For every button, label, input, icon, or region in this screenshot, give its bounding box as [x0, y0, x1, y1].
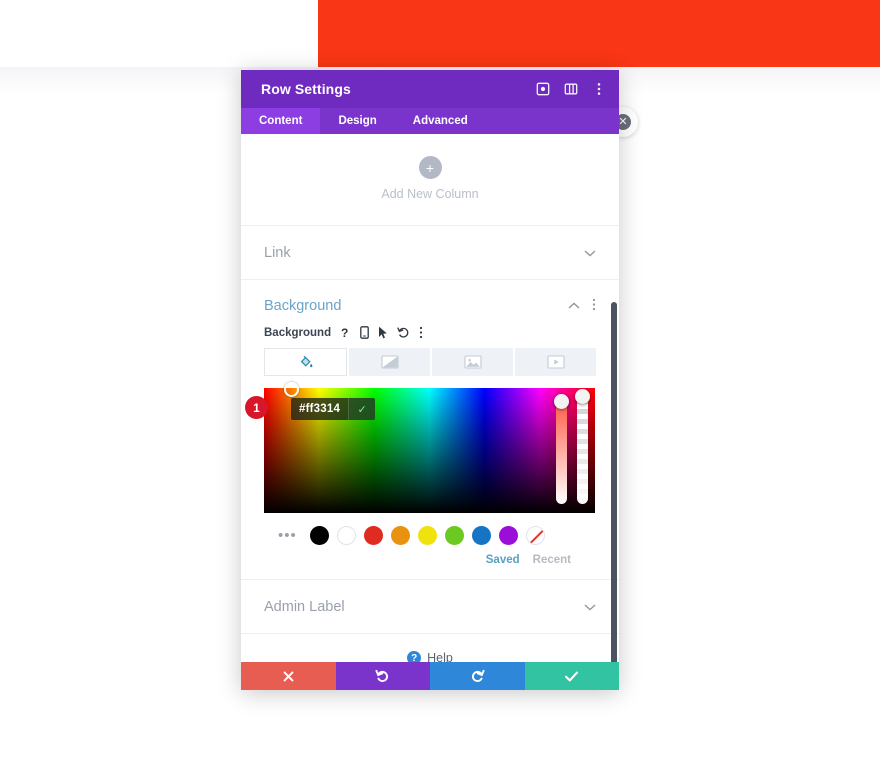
background-section: Background Background ? 1 #ff3314 ✓ ••• … — [241, 280, 619, 580]
save-button[interactable] — [524, 662, 619, 690]
modal-header-actions — [535, 81, 607, 97]
help-row[interactable]: ? Help — [241, 634, 619, 662]
background-color-tab[interactable] — [264, 348, 347, 376]
cancel-button[interactable] — [241, 662, 336, 690]
swatch-yellow[interactable] — [417, 526, 437, 545]
swatch-transparent[interactable] — [525, 526, 545, 545]
swatch-blue[interactable] — [471, 526, 491, 545]
add-new-column-label: Add New Column — [381, 187, 479, 201]
color-picker-saturation-area[interactable]: #ff3314 ✓ — [264, 382, 595, 513]
undo-button[interactable] — [335, 662, 430, 690]
tab-content[interactable]: Content — [241, 108, 321, 134]
chevron-up-icon[interactable] — [568, 299, 580, 313]
row-settings-modal: Row Settings Content Design Advanced + A… — [241, 70, 619, 690]
hex-confirm-button[interactable]: ✓ — [349, 398, 376, 420]
chevron-down-icon[interactable] — [584, 246, 596, 260]
background-section-header[interactable]: Background — [264, 298, 596, 314]
accordion-admin-label-text: Admin Label — [264, 598, 345, 615]
plus-glyph: + — [425, 159, 435, 176]
background-video-tab[interactable] — [515, 348, 596, 376]
background-image-tab[interactable] — [432, 348, 513, 376]
background-field-label: Background — [264, 326, 332, 339]
modal-header: Row Settings — [241, 70, 619, 108]
alpha-slider[interactable] — [577, 396, 588, 504]
add-column-plus-icon[interactable]: + — [418, 156, 442, 179]
chevron-down-icon[interactable] — [584, 600, 596, 614]
color-swatch-row: ••• — [264, 526, 596, 545]
swatch-purple[interactable] — [498, 526, 518, 545]
background-gradient-tab[interactable] — [349, 348, 430, 376]
page-title: Row Settings — [261, 81, 351, 97]
layout-columns-icon[interactable] — [563, 81, 579, 97]
help-label: Help — [427, 651, 453, 662]
background-type-tabs — [264, 348, 596, 376]
kebab-menu-icon[interactable] — [591, 81, 607, 97]
hue-slider-knob[interactable] — [554, 394, 569, 409]
color-picker-handle[interactable] — [284, 382, 299, 397]
accordion-admin-label[interactable]: Admin Label — [241, 580, 619, 634]
accordion-link-label: Link — [264, 244, 291, 261]
page-red-section[interactable]: + — [318, 0, 880, 67]
hover-cursor-icon[interactable] — [378, 326, 388, 339]
modal-footer — [241, 662, 619, 690]
screenshot-root: + ✕ Row Settings — [0, 0, 880, 777]
annotation-marker-1: 1 — [245, 396, 268, 419]
responsive-device-icon[interactable] — [360, 326, 369, 339]
fullscreen-icon[interactable] — [535, 81, 551, 97]
modal-scrollbar[interactable] — [611, 302, 617, 662]
swatch-orange[interactable] — [390, 526, 410, 545]
alpha-slider-knob[interactable] — [575, 389, 590, 404]
kebab-menu-icon[interactable] — [592, 298, 596, 314]
hex-input-group: #ff3314 ✓ — [291, 398, 376, 420]
accordion-link[interactable]: Link — [241, 226, 619, 280]
help-question-icon: ? — [407, 651, 422, 662]
hue-slider[interactable] — [556, 396, 567, 504]
reset-undo-icon[interactable] — [397, 326, 410, 339]
add-new-column-block[interactable]: + Add New Column — [241, 134, 619, 226]
tab-design[interactable]: Design — [320, 108, 394, 134]
hex-color-input[interactable]: #ff3314 — [291, 398, 350, 420]
help-question-icon[interactable]: ? — [340, 326, 351, 339]
background-section-title: Background — [264, 298, 342, 314]
redo-button[interactable] — [430, 662, 525, 690]
swatch-green[interactable] — [444, 526, 464, 545]
color-picker-wrapper: 1 #ff3314 ✓ — [245, 382, 596, 513]
palette-tab-saved[interactable]: Saved — [486, 554, 520, 566]
modal-body: + Add New Column Link Background Backgro… — [241, 134, 619, 662]
swatch-black[interactable] — [309, 526, 329, 545]
swatch-white[interactable] — [336, 526, 356, 545]
swatch-red[interactable] — [363, 526, 383, 545]
kebab-menu-icon[interactable] — [419, 326, 423, 339]
background-field-row: Background ? — [264, 326, 596, 339]
more-swatches-icon[interactable]: ••• — [278, 527, 297, 544]
palette-tabs: Saved Recent — [264, 554, 596, 569]
palette-tab-recent[interactable]: Recent — [533, 554, 571, 566]
svg-text:?: ? — [341, 326, 348, 339]
modal-tabs: Content Design Advanced — [241, 108, 619, 134]
tab-advanced[interactable]: Advanced — [395, 108, 486, 134]
